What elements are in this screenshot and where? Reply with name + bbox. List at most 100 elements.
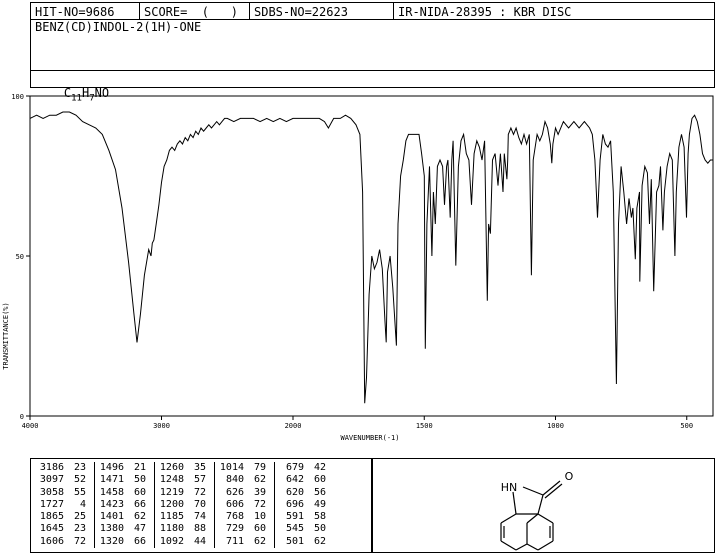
peak-wavenumber: 1606 <box>39 535 64 547</box>
peak-wavenumber: 1471 <box>94 474 124 487</box>
peak-transmittance: 62 <box>253 474 266 486</box>
peak-transmittance: 39 <box>253 486 266 498</box>
peak-transmittance: 58 <box>313 511 326 523</box>
peak-wavenumber: 620 <box>274 486 304 499</box>
peak-wavenumber: 3097 <box>39 474 64 486</box>
peak-transmittance: 25 <box>73 511 86 523</box>
peak-row: 3097 52 1471 50 1248 57 840 62 642 60 <box>35 474 334 487</box>
peak-transmittance: 52 <box>73 474 86 486</box>
peak-wavenumber: 545 <box>274 523 304 536</box>
peak-transmittance: 60 <box>313 474 326 486</box>
peak-wavenumber: 1092 <box>154 535 184 549</box>
peak-transmittance: 72 <box>73 535 86 547</box>
peak-transmittance: 62 <box>313 535 326 547</box>
peak-transmittance: 74 <box>193 511 206 523</box>
formula-box: C11H7NO <box>30 70 715 103</box>
peak-wavenumber: 606 <box>214 498 244 512</box>
peak-row: 3058 55 1458 60 1219 72 626 39 620 56 <box>35 486 334 499</box>
peak-transmittance: 62 <box>133 511 146 523</box>
x-tick-label: 500 <box>680 422 693 430</box>
x-tick-label: 2000 <box>285 422 302 430</box>
peak-wavenumber: 1423 <box>94 498 124 512</box>
peak-wavenumber: 501 <box>274 535 304 549</box>
peak-transmittance: 66 <box>133 535 146 547</box>
peak-wavenumber: 696 <box>274 498 304 512</box>
peak-wavenumber: 1496 <box>94 462 124 475</box>
y-tick-label: 50 <box>16 253 24 261</box>
peak-transmittance: 72 <box>193 486 206 498</box>
peak-transmittance: 44 <box>193 535 206 547</box>
y-tick-label: 0 <box>20 413 24 421</box>
peak-wavenumber: 1248 <box>154 474 184 487</box>
peak-transmittance: 72 <box>253 498 266 510</box>
peak-wavenumber: 729 <box>214 523 244 536</box>
x-axis-ticks: 4000 3000 2000 1500 1000 500 <box>22 416 693 430</box>
peak-wavenumber: 1727 <box>39 498 64 510</box>
peak-wavenumber: 768 <box>214 511 244 524</box>
y-tick-label: 100 <box>11 93 24 101</box>
peak-wavenumber: 1185 <box>154 511 184 524</box>
peak-transmittance: 70 <box>193 498 206 510</box>
peak-transmittance: 56 <box>313 486 326 498</box>
peak-row: 1645 23 1380 47 1180 88 729 60 545 50 <box>35 523 334 536</box>
x-axis-label: WAVENUMBER(-1) <box>340 434 399 442</box>
peak-transmittance: 55 <box>73 486 86 498</box>
peak-wavenumber: 1014 <box>214 462 244 475</box>
peak-wavenumber: 3058 <box>39 486 64 498</box>
peak-wavenumber: 642 <box>274 474 304 487</box>
peak-transmittance: 88 <box>193 523 206 535</box>
y-axis-label: TRANSMITTANCE(%) <box>2 302 10 369</box>
x-tick-label: 1000 <box>547 422 564 430</box>
peak-transmittance: 21 <box>133 462 146 473</box>
peak-wavenumber: 1865 <box>39 511 64 523</box>
x-tick-label: 3000 <box>153 422 170 430</box>
peak-wavenumber: 1401 <box>94 511 124 524</box>
compound-name: BENZ(CD)INDOL-2(1H)-ONE <box>35 20 202 34</box>
peak-transmittance: 10 <box>253 511 266 523</box>
peak-transmittance: 57 <box>193 474 206 486</box>
molecular-structure: HN O <box>500 470 574 551</box>
peak-wavenumber: 1458 <box>94 486 124 499</box>
peak-wavenumber: 711 <box>214 535 244 549</box>
peak-transmittance: 4 <box>79 498 86 510</box>
x-tick-label: 4000 <box>22 422 39 430</box>
peak-transmittance: 23 <box>73 523 86 535</box>
peak-row: 1606 72 1320 66 1092 44 711 62 501 62 <box>35 535 334 549</box>
peak-wavenumber: 1380 <box>94 523 124 536</box>
peak-transmittance: 42 <box>313 462 326 473</box>
peak-transmittance: 50 <box>313 523 326 535</box>
peak-wavenumber: 1320 <box>94 535 124 549</box>
peak-wavenumber: 1645 <box>39 523 64 535</box>
peak-row: 3186 23 1496 21 1260 35 1014 79 679 42 <box>35 462 334 475</box>
peak-wavenumber: 3186 <box>39 462 64 473</box>
peak-transmittance: 62 <box>253 535 266 547</box>
ir-spectrum-chart: 4000 3000 2000 1500 1000 500 0 50 100 WAVENUMBE… <box>2 93 714 442</box>
peak-wavenumber: 679 <box>274 462 304 475</box>
spectrum-line <box>29 111 713 404</box>
peak-transmittance: 49 <box>313 498 326 510</box>
peak-wavenumber: 840 <box>214 474 244 487</box>
peak-wavenumber: 626 <box>214 486 244 499</box>
peak-transmittance: 60 <box>133 486 146 498</box>
peak-transmittance: 79 <box>253 462 266 473</box>
structure-box: HN O <box>372 458 715 553</box>
peak-wavenumber: 1219 <box>154 486 184 499</box>
compound-name-box: BENZ(CD)INDOL-2(1H)-ONE <box>30 19 715 71</box>
peak-wavenumber: 1200 <box>154 498 184 512</box>
peak-row: 1865 25 1401 62 1185 74 768 10 591 58 <box>35 511 334 524</box>
nh-label: HN <box>501 481 518 494</box>
peak-transmittance: 47 <box>133 523 146 535</box>
peak-wavenumber: 591 <box>274 511 304 524</box>
peak-table: 3186 23 1496 21 1260 35 1014 79 679 42 3097 52 1471 5… <box>35 462 334 549</box>
peak-transmittance: 60 <box>253 523 266 535</box>
peak-row: 1727 4 1423 66 1200 70 606 72 696 49 <box>35 498 334 512</box>
y-axis-ticks: 0 50 100 <box>11 93 30 421</box>
x-tick-label: 1500 <box>416 422 433 430</box>
peak-transmittance: 66 <box>133 498 146 510</box>
peak-transmittance: 23 <box>73 462 86 473</box>
header-bar: HIT-NO=9686 SCORE= ( ) SDBS-NO=22623 IR-… <box>30 2 715 21</box>
peak-transmittance: 35 <box>193 462 206 473</box>
peak-table-box: 3186 23 1496 21 1260 35 1014 79 679 42 3097 52 1471 5… <box>30 458 372 553</box>
peak-wavenumber: 1180 <box>154 523 184 536</box>
peak-transmittance: 50 <box>133 474 146 486</box>
